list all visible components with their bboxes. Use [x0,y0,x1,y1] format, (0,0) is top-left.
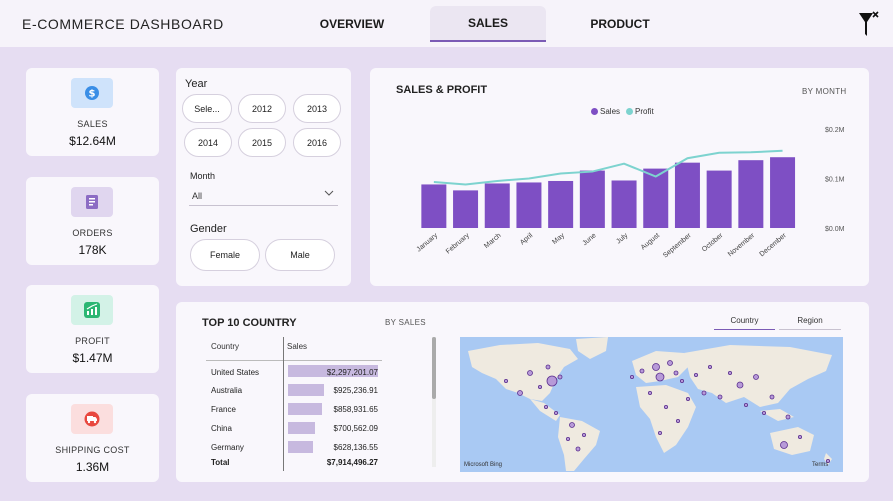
x-tick-label: November [727,232,757,259]
table-total-value: $7,914,496.27 [326,458,378,467]
clear-filter-icon[interactable] [858,10,880,38]
sales-bar [674,162,700,228]
sales-bar [453,190,479,228]
kpi-value: $1.47M [72,351,113,365]
gender-option-male[interactable]: Male [265,239,335,271]
x-tick-label: October [701,232,725,254]
growth-chart-icon [71,295,113,325]
month-slicer-title: Month [190,171,216,181]
kpi-value: $12.64M [69,134,116,148]
x-tick-label: May [551,232,566,246]
sales-bar [516,182,542,228]
top-bar: E-COMMERCE DASHBOARD OVERVIEW SALES PROD… [0,0,893,47]
sales-bar [738,160,764,228]
kpi-value: 178K [78,243,107,257]
y-tick-label: $0.2M [825,127,845,134]
sales-bar [421,184,447,228]
kpi-card-sales: $ SALES $12.64M [26,68,159,156]
x-tick-label: March [483,232,502,250]
table-header-divider [206,360,382,361]
legend-profit: Profit [626,107,654,116]
x-tick-label: April [519,232,535,247]
dollar-coin-icon: $ [71,78,113,108]
legend-profit-label: Profit [635,107,654,116]
table-row-sales: $925,236.91 [333,386,379,395]
y-tick-label: $0.1M [825,177,845,184]
kpi-label: PROFIT [75,336,110,346]
receipt-icon [71,187,113,217]
kpi-card-orders: ORDERS 178K [26,177,159,265]
year-option-2016[interactable]: 2016 [293,128,341,157]
month-dropdown-value: All [192,191,203,201]
svg-text:$: $ [89,89,96,100]
kpi-label: SHIPPING COST [55,445,130,455]
table-row-sales: $628,136.55 [333,443,379,452]
legend-sales-swatch [591,108,598,115]
table-row-country: Australia [211,386,243,395]
legend-sales: Sales [591,107,620,116]
gender-option-female[interactable]: Female [190,239,260,271]
sales-bar [484,183,510,228]
tab-sales[interactable]: SALES [430,6,546,42]
tab-overview[interactable]: OVERVIEW [296,6,408,42]
world-map[interactable]: Microsoft Bing Terms [460,337,843,472]
table-row-country: China [211,424,232,433]
x-tick-label: February [445,232,471,256]
toggle-country[interactable]: Country [714,316,775,330]
year-option-2012[interactable]: 2012 [238,94,286,123]
column-header-country[interactable]: Country [211,342,239,351]
year-option-2013[interactable]: 2013 [293,94,341,123]
kpi-label: SALES [77,119,108,129]
year-slicer-title: Year [185,78,208,90]
sales-bar [548,180,574,228]
x-tick-label: August [640,232,661,251]
kpi-card-profit: PROFIT $1.47M [26,285,159,373]
table-column-divider [283,337,284,471]
sales-bar [579,170,605,228]
kpi-value: 1.36M [75,460,110,474]
filter-panel: Year Sele... 2012 2013 2014 2015 2016 Mo… [176,68,351,286]
y-tick-label: $0.0M [825,226,845,233]
table-row-country: France [211,405,236,414]
map-credit: Microsoft Bing [464,462,502,468]
x-tick-label: January [416,232,440,254]
chevron-down-icon [324,190,334,196]
top-country-title: TOP 10 COUNTRY [202,317,297,329]
table-row-country: Germany [211,443,244,452]
gender-slicer-title: Gender [190,223,227,235]
dashboard-title: E-COMMERCE DASHBOARD [22,16,224,32]
year-option-2015[interactable]: 2015 [238,128,286,157]
legend-profit-swatch [626,108,633,115]
table-scrollbar-thumb[interactable] [432,337,436,399]
sales-profit-chart: $0.0M $0.1M $0.2M January February March April… [416,127,845,260]
kpi-label: ORDERS [72,228,113,238]
table-row-country: United States [211,368,260,377]
kpi-card-shipping: SHIPPING COST 1.36M [26,394,159,482]
delivery-truck-icon [71,404,113,434]
tab-product[interactable]: PRODUCT [566,6,674,42]
map-terms-link[interactable]: Terms [812,462,828,468]
table-row-sales: $858,931.65 [333,405,379,414]
sales-profit-subtitle: BY MONTH [802,87,847,96]
sales-bar [706,170,732,228]
sales-bar [611,180,637,228]
sales-profit-title: SALES & PROFIT [396,84,488,96]
year-option-select[interactable]: Sele... [182,94,232,123]
x-tick-label: July [615,232,629,246]
toggle-region[interactable]: Region [779,316,841,330]
sales-bar [770,157,796,228]
table-total-label: Total [211,458,230,467]
x-tick-label: December [759,232,789,259]
x-tick-label: September [662,232,693,260]
top-country-subtitle: BY SALES [385,318,426,327]
column-header-sales[interactable]: Sales [287,342,307,351]
table-scrollbar-track[interactable] [432,337,436,467]
year-option-2014[interactable]: 2014 [184,128,232,157]
month-dropdown[interactable]: All [189,185,338,206]
x-tick-label: June [582,232,598,247]
legend-sales-label: Sales [600,107,621,116]
table-row-sales: $2,297,201.07 [326,368,378,377]
table-row-sales: $700,562.09 [333,424,379,433]
